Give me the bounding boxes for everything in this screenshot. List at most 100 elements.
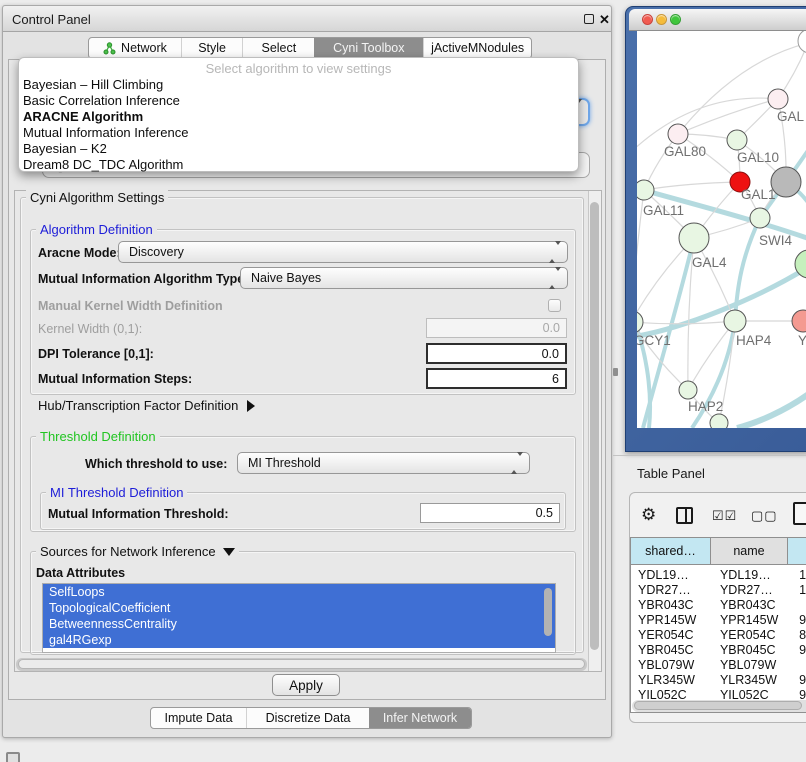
algorithm-dropdown: Select algorithm to view settings Bayesi…: [18, 57, 579, 172]
table-hscrollbar-thumb[interactable]: [634, 701, 802, 710]
tab-infer-network[interactable]: Infer Network: [369, 708, 471, 728]
settings-vscrollbar-thumb[interactable]: [590, 202, 599, 650]
column-header-clipped[interactable]: [788, 538, 806, 564]
network-graph: GAL GAL80 GAL10 GAL1 GAL11 SWI4 GAL4 GCY…: [637, 31, 806, 428]
node-label: GAL11: [643, 203, 684, 218]
table-row[interactable]: YDR27…YDR27…12: [631, 582, 806, 597]
node-swi4[interactable]: [750, 208, 770, 228]
select-all-icon[interactable]: ☑☑: [712, 508, 737, 524]
data-attributes-list: SelfLoops TopologicalCoefficient Between…: [42, 583, 556, 653]
node-partial-top[interactable]: [798, 31, 806, 53]
table-row[interactable]: YPR145WYPR145W9.: [631, 612, 806, 627]
node-gal11[interactable]: [637, 180, 654, 200]
which-threshold-label: Which threshold to use:: [85, 457, 227, 471]
table-row[interactable]: YER054CYER054C8.: [631, 627, 806, 642]
manual-kernel-checkbox[interactable]: [548, 299, 561, 312]
column-header-shared-name[interactable]: shared…: [631, 538, 711, 564]
dropdown-item-dream8[interactable]: Dream8 DC_TDC Algorithm: [19, 157, 578, 173]
float-window-icon[interactable]: [584, 14, 594, 24]
network-graph-icon: [103, 42, 116, 55]
node-label: HAP2: [688, 399, 723, 414]
node-salmon[interactable]: [792, 310, 806, 332]
tab-discretize-data[interactable]: Discretize Data: [246, 708, 369, 728]
bottom-left-widget-icon[interactable]: [6, 752, 20, 762]
mi-type-combo[interactable]: Naive Bayes: [240, 267, 568, 289]
page-icon[interactable]: [793, 502, 806, 525]
hub-definition-expander[interactable]: Hub/Transcription Factor Definition: [38, 398, 255, 413]
control-panel-titlebar[interactable]: [3, 6, 611, 32]
gear-icon[interactable]: ⚙: [641, 505, 656, 525]
table-row[interactable]: YBR045CYBR045C9.: [631, 642, 806, 657]
column-header-name[interactable]: name: [711, 538, 788, 564]
table-row[interactable]: YLR345WYLR345W9.: [631, 672, 806, 687]
table-row[interactable]: YBR043CYBR043C: [631, 597, 806, 612]
stepper-arrows-icon: [549, 271, 561, 285]
minimize-traffic-light-icon[interactable]: [656, 14, 667, 25]
node-hap2[interactable]: [679, 381, 697, 399]
control-panel-title: Control Panel: [12, 12, 91, 27]
stepper-arrows-icon: [511, 456, 523, 470]
dropdown-item-bayesian-k2[interactable]: Bayesian – K2: [19, 141, 578, 157]
settings-hscrollbar-thumb[interactable]: [18, 659, 585, 669]
mi-steps-field[interactable]: 6: [426, 368, 567, 389]
table-row[interactable]: YBL079WYBL079W: [631, 657, 806, 672]
kernel-width-field[interactable]: 0.0: [426, 318, 567, 338]
dropdown-placeholder: Select algorithm to view settings: [19, 61, 578, 76]
node-gal80[interactable]: [668, 124, 688, 144]
node-gcy1[interactable]: [637, 311, 643, 333]
dropdown-item-bayesian-hill-climbing[interactable]: Bayesian – Hill Climbing: [19, 77, 578, 93]
tab-impute-data[interactable]: Impute Data: [151, 708, 246, 728]
list-item-gal4rgexp[interactable]: gal4RGexp: [43, 632, 555, 648]
which-threshold-combo[interactable]: MI Threshold: [237, 452, 530, 474]
tab-cyni-toolbox[interactable]: Cyni Toolbox: [314, 38, 423, 58]
network-canvas[interactable]: GAL GAL80 GAL10 GAL1 GAL11 SWI4 GAL4 GCY…: [637, 31, 806, 428]
dropdown-item-basic-correlation[interactable]: Basic Correlation Inference: [19, 93, 578, 109]
manual-kernel-label: Manual Kernel Width Definition: [38, 299, 223, 313]
algorithm-definition-title: Algorithm Definition: [36, 222, 157, 237]
table-panel-title: Table Panel: [637, 466, 705, 481]
node-gal-top[interactable]: [768, 89, 788, 109]
attributes-vscrollbar-thumb[interactable]: [544, 588, 552, 636]
panel-splitter-handle[interactable]: [613, 368, 618, 376]
node-gal4[interactable]: [679, 223, 709, 253]
tab-network[interactable]: Network: [89, 38, 181, 58]
node-bottom-partial[interactable]: [710, 414, 728, 428]
close-traffic-light-icon[interactable]: [642, 14, 653, 25]
collapse-down-icon: [223, 548, 235, 556]
kernel-width-label: Kernel Width (0,1):: [38, 322, 142, 336]
dropdown-item-mutual-information[interactable]: Mutual Information Inference: [19, 125, 578, 141]
close-icon[interactable]: ✕: [599, 12, 610, 28]
screen: Control Panel ✕ Network Style Select Cyn…: [0, 0, 806, 762]
bottom-tabbar: Impute Data Discretize Data Infer Networ…: [150, 707, 472, 729]
node-label: GAL1: [741, 187, 776, 202]
list-item-betweennesscentrality[interactable]: BetweennessCentrality: [43, 616, 555, 632]
mi-threshold-group-title: MI Threshold Definition: [46, 485, 187, 500]
mi-threshold-field[interactable]: 0.5: [420, 503, 560, 523]
tab-style[interactable]: Style: [181, 38, 242, 58]
sources-title[interactable]: Sources for Network Inference: [36, 544, 239, 559]
node-label: SWI4: [759, 233, 792, 248]
tab-jactivemnodules[interactable]: jActiveMNodules: [423, 38, 531, 58]
mi-steps-label: Mutual Information Steps:: [38, 372, 192, 386]
node-label: HAP4: [736, 333, 772, 348]
node-label: GCY1: [637, 333, 671, 348]
tab-network-label: Network: [121, 41, 167, 55]
zoom-traffic-light-icon[interactable]: [670, 14, 681, 25]
dpi-tolerance-label: DPI Tolerance [0,1]:: [38, 347, 154, 361]
deselect-all-icon[interactable]: ▢▢: [751, 508, 778, 524]
node-gal10[interactable]: [727, 130, 747, 150]
node-table: shared… name YDL19…YDL19…13 YDR27…YDR27……: [630, 537, 806, 713]
mi-type-label: Mutual Information Algorithm Type:: [38, 272, 248, 286]
list-item-selfloops[interactable]: SelfLoops: [43, 584, 555, 600]
dropdown-item-aracne[interactable]: ARACNE Algorithm: [19, 109, 578, 125]
dpi-tolerance-field[interactable]: 0.0: [426, 343, 567, 364]
aracne-mode-combo[interactable]: Discovery: [118, 241, 568, 263]
table-row[interactable]: YDL19…YDL19…13: [631, 567, 806, 582]
data-attributes-label: Data Attributes: [36, 566, 125, 580]
node-hap4[interactable]: [724, 310, 746, 332]
list-item-topologicalcoefficient[interactable]: TopologicalCoefficient: [43, 600, 555, 616]
apply-button[interactable]: Apply: [272, 674, 340, 696]
tab-select[interactable]: Select: [242, 38, 314, 58]
columns-icon[interactable]: [676, 507, 693, 524]
node-label: Y: [798, 333, 806, 348]
